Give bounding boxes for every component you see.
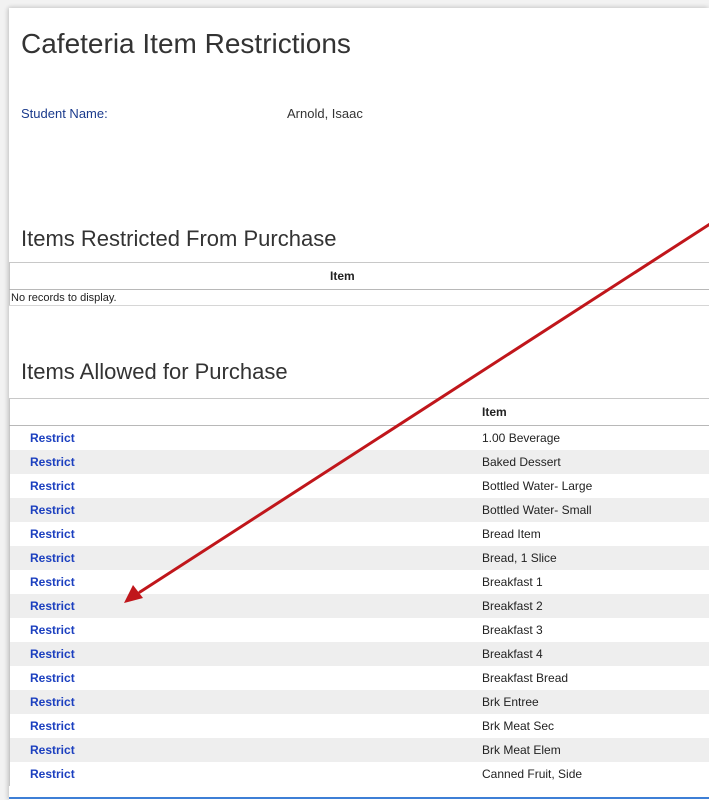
table-row: Restrict Breakfast 3 (9, 618, 709, 642)
empty-row: No records to display. (9, 289, 709, 306)
table-row: Restrict Breakfast 1 (9, 570, 709, 594)
item-name-cell: Bottled Water- Small (472, 498, 709, 522)
item-name-cell: Bread Item (472, 522, 709, 546)
table-row: Restrict Bread, 1 Slice (9, 546, 709, 570)
item-name-cell: Breakfast 1 (472, 570, 709, 594)
action-cell: Restrict (9, 546, 472, 570)
action-cell: Restrict (9, 642, 472, 666)
restrict-link[interactable]: Restrict (30, 503, 75, 517)
table-row: Restrict Breakfast Bread (9, 666, 709, 690)
action-cell: Restrict (9, 498, 472, 522)
item-name-cell: Breakfast 2 (472, 594, 709, 618)
restricted-section-title: Items Restricted From Purchase (21, 226, 337, 251)
restrict-link[interactable]: Restrict (30, 575, 75, 589)
item-name-cell: Breakfast 4 (472, 642, 709, 666)
restrict-link[interactable]: Restrict (30, 767, 75, 781)
table-row: Restrict Bread Item (9, 522, 709, 546)
restrict-link[interactable]: Restrict (30, 599, 75, 613)
item-name-cell: Brk Meat Elem (472, 738, 709, 762)
table-row: Restrict Bottled Water- Large (9, 474, 709, 498)
restricted-header-row: Item (9, 262, 709, 290)
restrict-link[interactable]: Restrict (30, 647, 75, 661)
item-name-cell: Brk Entree (472, 690, 709, 714)
bottom-border (9, 797, 709, 799)
student-name-label: Student Name: (21, 106, 108, 121)
action-cell: Restrict (9, 450, 472, 474)
table-row: Restrict Breakfast 4 (9, 642, 709, 666)
item-name-cell: Breakfast Bread (472, 666, 709, 690)
allowed-items-table: Item Restrict 1.00 Beverage Restrict Baked … (9, 398, 709, 786)
action-cell: Restrict (9, 474, 472, 498)
item-name-cell: Canned Fruit, Side (472, 762, 709, 786)
item-name-cell: Baked Dessert (472, 450, 709, 474)
page-title: Cafeteria Item Restrictions (21, 28, 351, 59)
restricted-column-item[interactable]: Item (9, 262, 709, 290)
action-cell: Restrict (9, 570, 472, 594)
item-name-cell: Bottled Water- Large (472, 474, 709, 498)
allowed-column-item[interactable]: Item (472, 398, 709, 426)
restrict-link[interactable]: Restrict (30, 527, 75, 541)
item-name-cell: Breakfast 3 (472, 618, 709, 642)
action-cell: Restrict (9, 762, 472, 786)
item-name-cell: Bread, 1 Slice (472, 546, 709, 570)
action-cell: Restrict (9, 666, 472, 690)
allowed-header-row: Item (9, 398, 709, 426)
restrict-link[interactable]: Restrict (30, 671, 75, 685)
restrict-link[interactable]: Restrict (30, 479, 75, 493)
restricted-items-table: Item No records to display. (9, 262, 709, 306)
item-name-cell: Brk Meat Sec (472, 714, 709, 738)
empty-message: No records to display. (9, 289, 709, 306)
action-cell: Restrict (9, 618, 472, 642)
table-row: Restrict Bottled Water- Small (9, 498, 709, 522)
action-cell: Restrict (9, 594, 472, 618)
page-content: Cafeteria Item Restrictions Student Name… (9, 8, 709, 800)
table-row: Restrict Breakfast 2 (9, 594, 709, 618)
restrict-link[interactable]: Restrict (30, 719, 75, 733)
table-row: Restrict 1.00 Beverage (9, 425, 709, 450)
action-cell: Restrict (9, 425, 472, 450)
restrict-link[interactable]: Restrict (30, 455, 75, 469)
table-row: Restrict Canned Fruit, Side (9, 762, 709, 786)
table-row: Restrict Brk Meat Elem (9, 738, 709, 762)
restrict-link[interactable]: Restrict (30, 743, 75, 757)
student-name-value: Arnold, Isaac (287, 106, 363, 121)
action-cell: Restrict (9, 714, 472, 738)
action-cell: Restrict (9, 738, 472, 762)
allowed-items-body: Restrict 1.00 Beverage Restrict Baked Desse… (9, 425, 709, 786)
table-row: Restrict Brk Entree (9, 690, 709, 714)
table-row: Restrict Brk Meat Sec (9, 714, 709, 738)
restrict-link[interactable]: Restrict (30, 431, 75, 445)
allowed-section-title: Items Allowed for Purchase (21, 359, 288, 384)
action-cell: Restrict (9, 690, 472, 714)
restrict-link[interactable]: Restrict (30, 623, 75, 637)
restrict-link[interactable]: Restrict (30, 551, 75, 565)
restrict-link[interactable]: Restrict (30, 695, 75, 709)
screenshot-frame: Cafeteria Item Restrictions Student Name… (0, 0, 709, 800)
action-cell: Restrict (9, 522, 472, 546)
allowed-column-action (9, 398, 472, 426)
item-name-cell: 1.00 Beverage (472, 425, 709, 450)
table-row: Restrict Baked Dessert (9, 450, 709, 474)
